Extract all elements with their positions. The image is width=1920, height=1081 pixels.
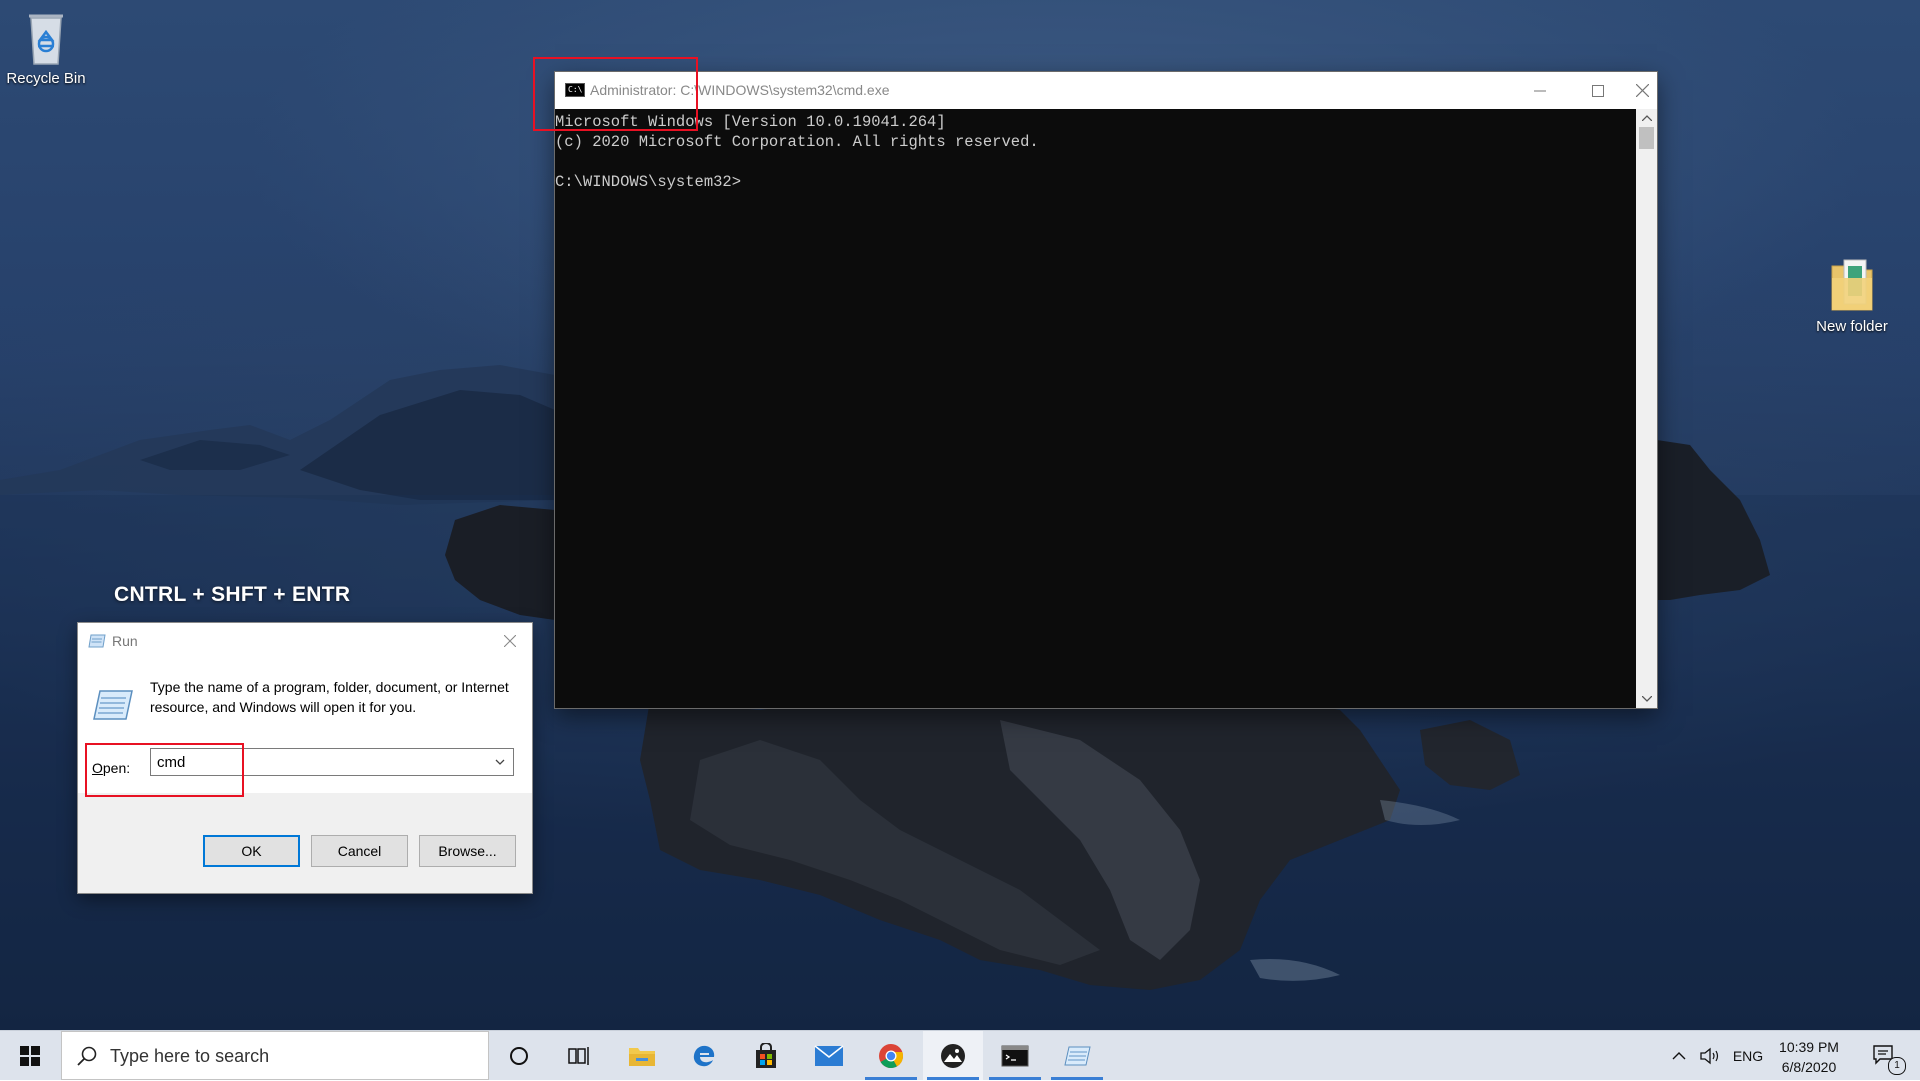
edge-button[interactable] [674,1031,734,1080]
close-button[interactable] [1627,72,1657,109]
cmd-icon: C:\ [565,83,585,97]
taskbar: ENG 10:39 PM 6/8/2020 1 [0,1030,1920,1080]
chevron-up-icon [1672,1051,1686,1059]
chrome-button[interactable] [861,1031,921,1080]
desktop-icon-new-folder[interactable]: New folder [1802,256,1902,335]
notification-count-badge: 1 [1888,1057,1906,1075]
cortana-button[interactable] [489,1031,549,1080]
clock[interactable]: 10:39 PM 6/8/2020 [1770,1037,1848,1077]
run-program-icon [93,690,133,720]
minimize-button[interactable] [1511,72,1569,109]
keyboard-shortcut-hint: CNTRL + SHFT + ENTR [114,583,351,606]
clock-time: 10:39 PM [1779,1039,1839,1055]
open-label: Open: [92,760,130,776]
open-combobox[interactable] [150,748,514,776]
desktop-icon-label: New folder [1816,318,1888,335]
console-line: (c) 2020 Microsoft Corporation. All righ… [555,133,1039,151]
console-output[interactable]: Microsoft Windows [Version 10.0.19041.26… [555,109,1636,711]
console-scrollbar[interactable] [1636,109,1657,708]
browse-button[interactable]: Browse... [419,835,516,867]
close-icon [1635,84,1649,97]
store-button[interactable] [736,1031,796,1080]
cmd-titlebar[interactable]: C:\ Administrator: C:\WINDOWS\system32\c… [555,72,1657,109]
edge-icon [693,1045,715,1066]
chevron-down-icon[interactable] [491,753,509,771]
windows-logo-icon [20,1046,40,1066]
run-description: Type the name of a program, folder, docu… [150,679,509,715]
open-label-mnemonic: O [92,760,103,776]
cmd-taskbar-button[interactable] [985,1031,1045,1080]
console-prompt: C:\WINDOWS\system32> [555,173,742,191]
action-center-button[interactable]: 1 [1860,1031,1910,1080]
scroll-up-button[interactable] [1636,109,1657,127]
recycle-bin-icon [29,14,63,65]
search-icon [77,1046,97,1066]
run-icon [1064,1046,1091,1065]
close-icon [504,635,516,647]
taskbar-search[interactable] [61,1031,489,1080]
cmd-icon [1001,1045,1029,1066]
ok-button[interactable]: OK [203,835,300,867]
search-input[interactable] [110,1045,470,1067]
desktop-icon-label: Recycle Bin [6,70,86,87]
open-label-text: pen: [102,760,131,776]
start-button[interactable] [0,1031,60,1081]
cmd-window[interactable]: C:\ Administrator: C:\WINDOWS\system32\c… [555,72,1657,708]
run-close-button[interactable] [488,623,532,659]
run-dialog-body: Type the name of a program, folder, docu… [78,659,532,793]
run-taskbar-button[interactable] [1047,1031,1107,1080]
store-icon [756,1042,776,1068]
chevron-down-icon [1641,696,1652,702]
volume-button[interactable] [1696,1031,1724,1080]
chrome-icon [879,1043,904,1068]
mail-icon [814,1044,844,1066]
file-explorer-button[interactable] [612,1031,672,1080]
run-titlebar[interactable]: Run [78,623,532,659]
maximize-button[interactable] [1569,72,1627,109]
cortana-icon [510,1046,528,1065]
console-line: Microsoft Windows [Version 10.0.19041.26… [555,113,946,131]
run-dialog[interactable]: Run Type the name of a program, folder, … [78,623,532,893]
scrollbar-thumb[interactable] [1639,127,1654,149]
file-explorer-icon [629,1047,655,1066]
chevron-up-icon [1641,115,1652,121]
scroll-down-button[interactable] [1636,690,1657,708]
folder-icon [1831,259,1873,311]
cancel-button[interactable]: Cancel [311,835,408,867]
run-dialog-title: Run [112,633,138,649]
minimize-icon [1534,90,1546,91]
task-view-icon [568,1046,589,1065]
maximize-icon [1592,84,1604,97]
clock-date: 6/8/2020 [1781,1059,1837,1075]
task-view-button[interactable] [549,1031,609,1080]
language-indicator[interactable]: ENG [1728,1031,1768,1080]
run-icon [88,634,106,648]
open-input[interactable] [157,752,477,772]
desktop-icon-recycle-bin[interactable]: Recycle Bin [0,10,96,87]
photos-button[interactable] [923,1031,983,1080]
cmd-window-title: Administrator: C:\WINDOWS\system32\cmd.e… [590,82,890,98]
show-hidden-icons-button[interactable] [1666,1031,1692,1080]
mail-button[interactable] [799,1031,859,1080]
photos-icon [941,1043,965,1068]
speaker-icon [1700,1047,1719,1064]
